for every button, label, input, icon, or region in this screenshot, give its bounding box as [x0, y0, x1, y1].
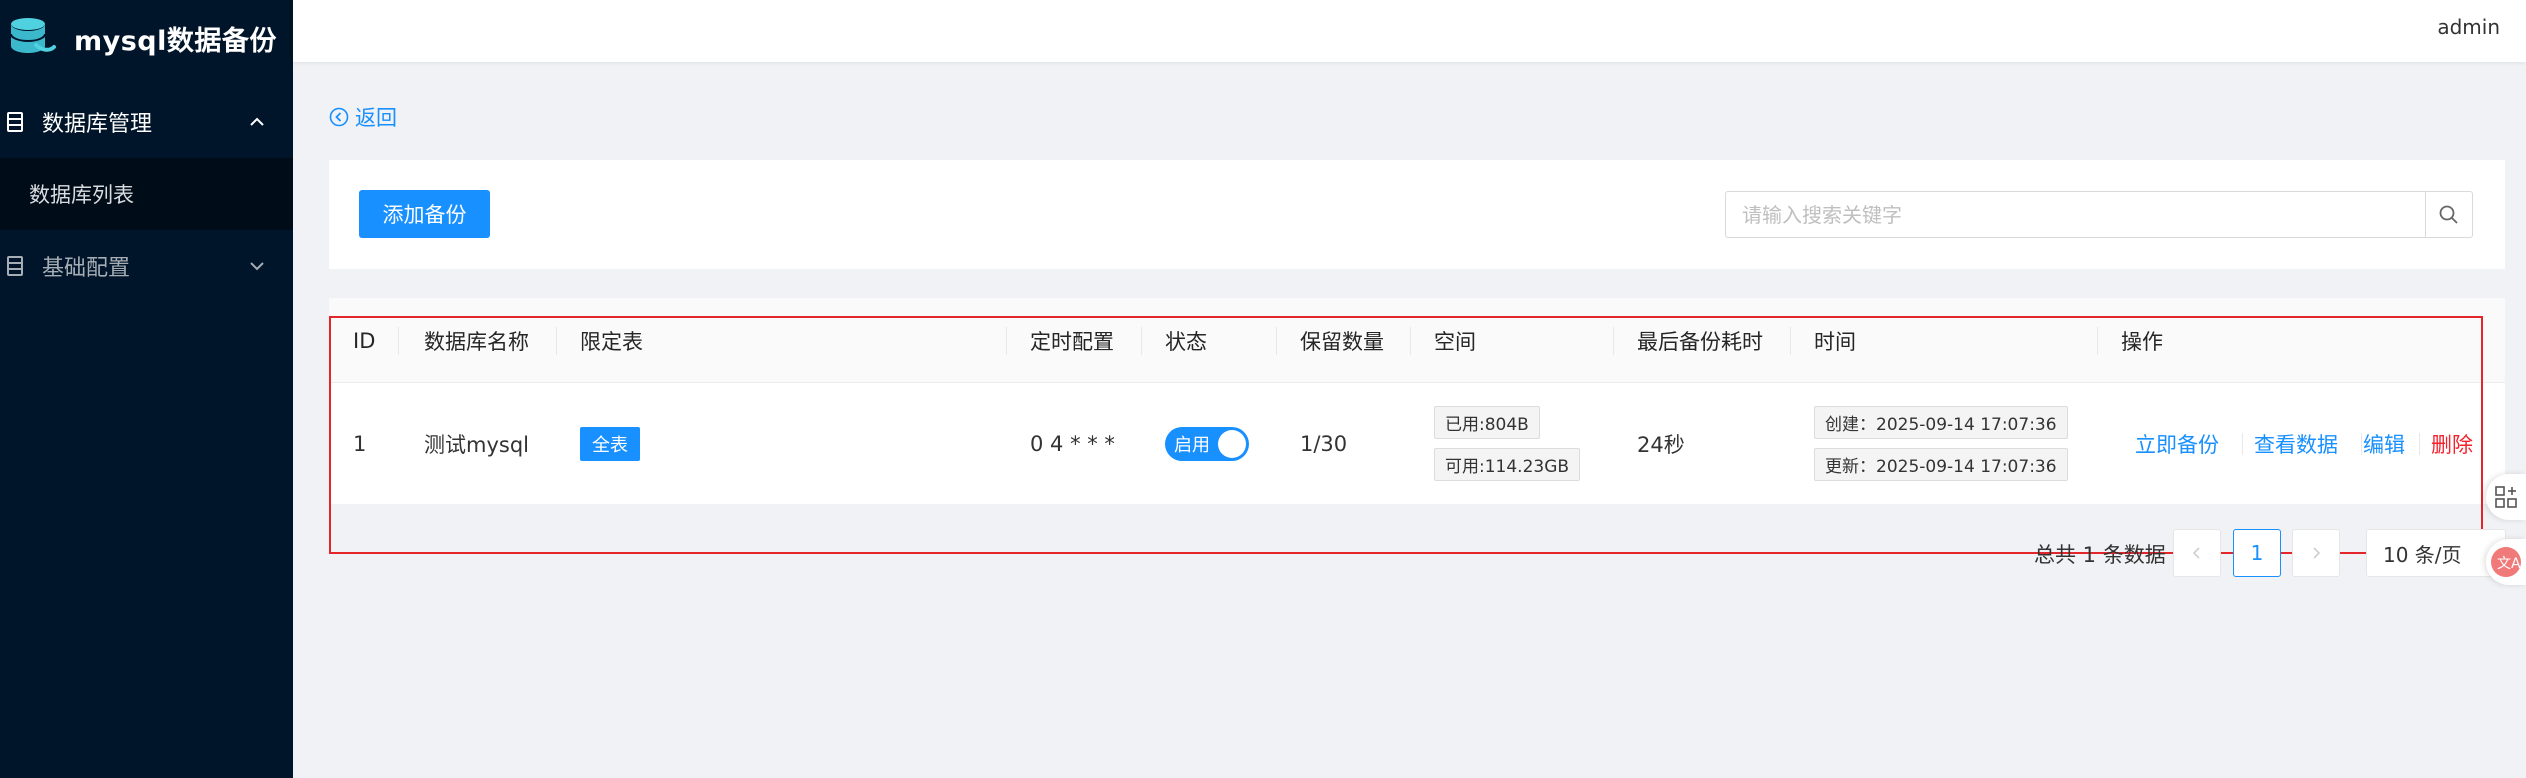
- table-header: ID 数据库名称 限定表 定时配置 状态 保留数量 空间 最后备份耗时 时间 操…: [329, 298, 2505, 383]
- column-header-last-duration: 最后备份耗时: [1637, 329, 1763, 354]
- page-size-select[interactable]: 10 条/页: [2366, 529, 2506, 577]
- chevron-right-icon: [2313, 547, 2321, 559]
- app-title: mysql数据备份: [74, 25, 277, 57]
- cell-time: 创建：2025-09-14 17:07:36 更新：2025-09-14 17:…: [1814, 383, 2068, 504]
- sidebar-group-label: 数据库管理: [42, 112, 153, 137]
- column-header-name: 数据库名称: [424, 329, 529, 354]
- cell-space: 已用:804B 可用:114.23GB: [1434, 383, 1581, 504]
- cell-id: 1: [353, 431, 367, 456]
- sidebar-item-database-list[interactable]: 数据库列表: [0, 158, 293, 230]
- chevron-left-icon: [2192, 547, 2200, 559]
- cell-retention: 1/30: [1300, 431, 1348, 456]
- column-divider: [1613, 327, 1614, 355]
- column-header-status: 状态: [1165, 329, 1207, 354]
- column-header-retention: 保留数量: [1300, 329, 1384, 354]
- action-divider: [2419, 433, 2420, 455]
- column-divider: [1276, 327, 1277, 355]
- edit-label: 编辑: [2363, 432, 2405, 457]
- column-header-actions: 操作: [2121, 329, 2163, 354]
- view-data-label: 查看数据: [2254, 432, 2338, 457]
- view-data-link[interactable]: 查看数据: [2254, 383, 2338, 504]
- edit-link[interactable]: 编辑: [2363, 383, 2405, 504]
- cell-tables: 全表: [580, 383, 640, 504]
- search-button[interactable]: [2425, 191, 2473, 238]
- column-header-tables: 限定表: [580, 329, 643, 354]
- column-divider: [556, 327, 557, 355]
- column-divider: [1790, 327, 1791, 355]
- top-header: admin: [293, 0, 2526, 62]
- page-size-value: 10 条/页: [2383, 542, 2462, 567]
- back-link[interactable]: 返回: [329, 102, 397, 132]
- config-icon: [7, 256, 23, 276]
- sidebar-item-label: 数据库列表: [29, 183, 134, 207]
- tables-tag: 全表: [580, 426, 640, 461]
- column-header-time: 时间: [1814, 329, 1856, 354]
- page-button-1[interactable]: 1: [2233, 529, 2281, 577]
- sidebar: mysql数据备份 数据库管理 数据库列表 基础配置: [0, 0, 293, 778]
- chevron-up-icon: [250, 117, 264, 126]
- cell-cron: 0 4 * * *: [1030, 431, 1115, 456]
- database-logo-icon: [10, 18, 56, 53]
- column-divider: [1410, 327, 1411, 355]
- sidebar-group-database-management[interactable]: 数据库管理: [0, 86, 293, 158]
- pagination-total: 总共 1 条数据: [2034, 543, 2166, 567]
- toggle-knob: [1218, 429, 1246, 458]
- column-divider: [1141, 327, 1142, 355]
- column-header-cron: 定时配置: [1030, 329, 1114, 354]
- action-divider: [2242, 433, 2243, 455]
- column-header-space: 空间: [1434, 329, 1476, 354]
- floating-translate-button[interactable]: 文A: [2486, 539, 2526, 585]
- sidebar-group-basic-config[interactable]: 基础配置: [0, 230, 293, 302]
- search-icon: [2439, 205, 2458, 224]
- database-icon: [7, 112, 23, 132]
- logo[interactable]: mysql数据备份: [0, 0, 293, 76]
- status-toggle[interactable]: 启用: [1165, 426, 1249, 461]
- delete-label: 删除: [2431, 432, 2473, 457]
- delete-link[interactable]: 删除: [2431, 383, 2473, 504]
- cell-name: 测试mysql: [424, 432, 529, 457]
- cell-status: 启用: [1165, 383, 1249, 504]
- backup-table: ID 数据库名称 限定表 定时配置 状态 保留数量 空间 最后备份耗时 时间 操…: [329, 298, 2505, 504]
- column-divider: [398, 327, 399, 355]
- search-input[interactable]: [1725, 191, 2425, 238]
- prev-page-button[interactable]: [2173, 529, 2221, 577]
- user-menu[interactable]: admin: [2437, 15, 2500, 39]
- chevron-down-icon: [250, 262, 264, 271]
- space-free-tag: 可用:114.23GB: [1434, 448, 1581, 481]
- space-used-tag: 已用:804B: [1434, 406, 1540, 439]
- action-divider: [2361, 433, 2362, 455]
- cell-last-duration: 24秒: [1637, 432, 1685, 457]
- column-header-id: ID: [353, 328, 376, 353]
- created-time-tag: 创建：2025-09-14 17:07:36: [1814, 406, 2068, 439]
- updated-time-tag: 更新：2025-09-14 17:07:36: [1814, 448, 2068, 481]
- backup-now-label: 立即备份: [2135, 432, 2219, 457]
- sidebar-group-label: 基础配置: [42, 256, 131, 281]
- svg-text:文A: 文A: [2497, 556, 2521, 572]
- translate-icon: 文A: [2491, 547, 2521, 577]
- table-row: 1 测试mysql 全表 0 4 * * * 启用 1/30 已用:804B 可…: [329, 383, 2505, 504]
- toolbar-card: 添加备份: [329, 160, 2505, 269]
- grid-plus-icon: [2495, 486, 2517, 508]
- column-divider: [1006, 327, 1007, 355]
- search-group: [1725, 191, 2473, 238]
- status-toggle-label: 启用: [1174, 434, 1210, 456]
- backup-now-link[interactable]: 立即备份: [2135, 383, 2219, 504]
- add-backup-button[interactable]: 添加备份: [359, 190, 490, 238]
- back-circle-icon: [329, 107, 349, 127]
- column-divider: [2097, 327, 2098, 355]
- back-label: 返回: [355, 106, 397, 130]
- next-page-button[interactable]: [2292, 529, 2340, 577]
- floating-app-grid-button[interactable]: [2486, 474, 2526, 520]
